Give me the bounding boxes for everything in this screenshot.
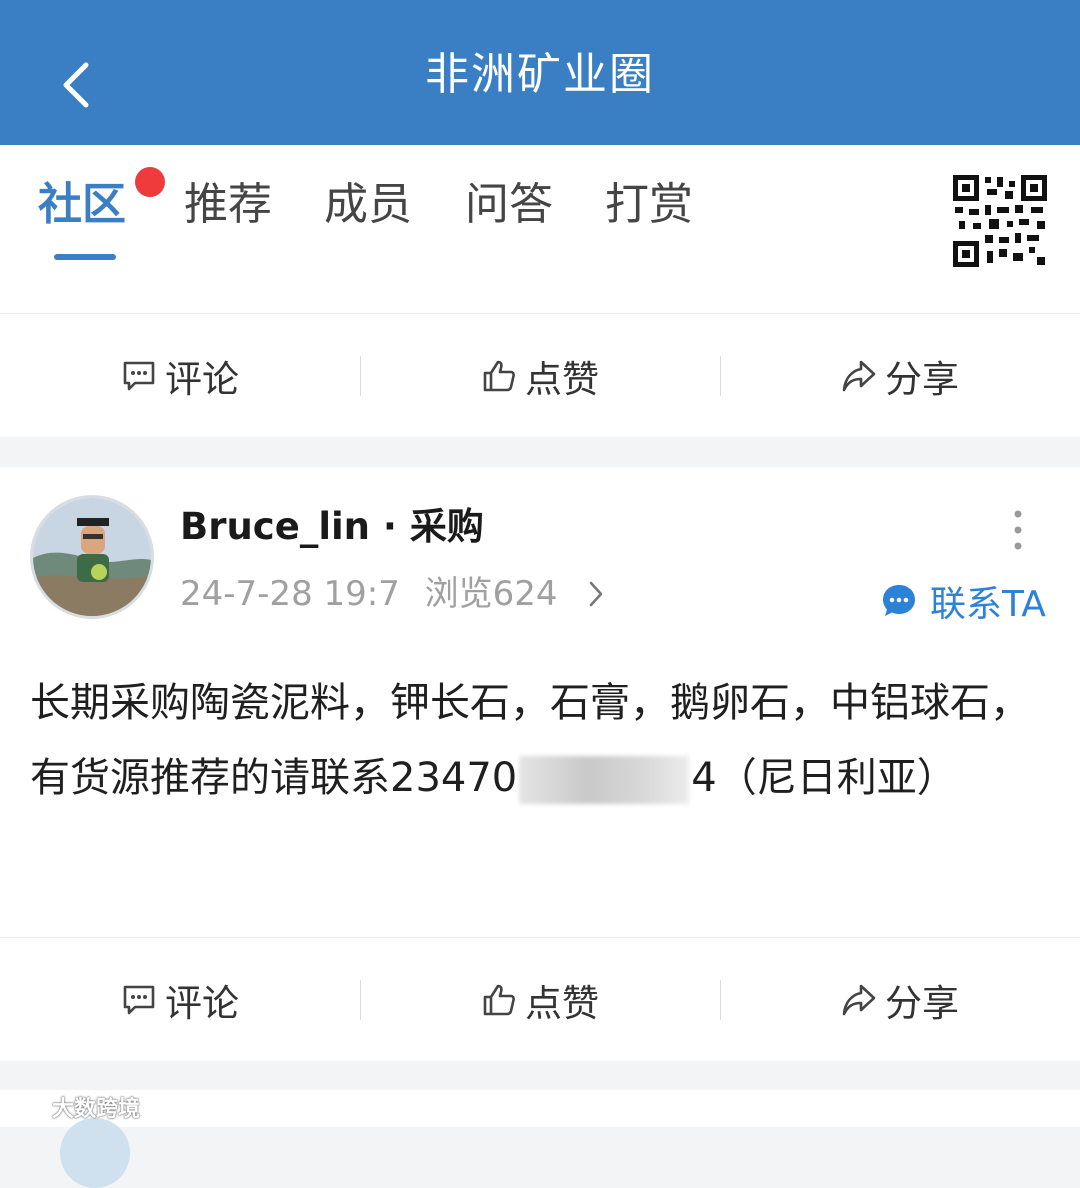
more-vertical-icon	[1014, 510, 1022, 550]
contact-button[interactable]: 联系TA	[880, 578, 1046, 625]
like-label: 点赞	[525, 982, 599, 1025]
tab-members[interactable]: 成员	[324, 175, 412, 235]
action-bar-post: 评论 点赞 分享	[0, 937, 1080, 1061]
share-icon	[842, 360, 876, 392]
tab-community[interactable]: 社区	[38, 175, 126, 235]
post-views: 浏览624	[424, 574, 558, 614]
like-button[interactable]: 点赞	[360, 314, 720, 438]
page-title: 非洲矿业圈	[425, 49, 655, 100]
comment-label: 评论	[165, 982, 239, 1025]
comment-icon	[123, 985, 155, 1015]
avatar[interactable]	[30, 495, 154, 619]
tab-recommend[interactable]: 推荐	[184, 175, 272, 235]
comment-label: 评论	[165, 358, 239, 401]
post-meta[interactable]: 24-7-28 19:7 浏览624	[180, 570, 606, 618]
share-label: 分享	[885, 358, 959, 401]
section-gap	[0, 437, 1080, 467]
share-label: 分享	[885, 982, 959, 1025]
qr-code-button[interactable]	[953, 175, 1047, 267]
author-name: Bruce_lin	[180, 505, 371, 548]
post-share-button[interactable]: 分享	[720, 938, 1080, 1062]
notification-badge	[135, 167, 165, 197]
next-post-avatar[interactable]	[60, 1118, 130, 1188]
share-button[interactable]: 分享	[720, 314, 1080, 438]
action-bar-top: 评论 点赞 分享	[0, 313, 1080, 437]
thumbs-up-icon	[483, 984, 515, 1016]
tab-reward[interactable]: 打赏	[605, 175, 693, 235]
next-post-card	[0, 1090, 1080, 1127]
post-author-line[interactable]: Bruce_lin · 采购	[180, 502, 484, 552]
comment-icon	[123, 361, 155, 391]
redacted-phone	[519, 756, 690, 804]
qr-code-icon	[953, 175, 1047, 267]
avatar-image	[33, 498, 151, 616]
post-content: 长期采购陶瓷泥料，钾长石，石膏，鹅卵石，中铝球石，有货源推荐的请联系23470 4…	[30, 666, 1050, 816]
comment-button[interactable]: 评论	[0, 314, 360, 438]
post-date: 24-7-28 19:7	[180, 574, 400, 614]
more-options-button[interactable]	[1006, 508, 1030, 554]
post-content-end: 4（尼日利亚）	[691, 755, 957, 801]
section-gap	[0, 1061, 1080, 1090]
author-role: · 采购	[382, 505, 484, 548]
chevron-right-icon	[590, 581, 603, 607]
chat-bubble-icon	[883, 585, 915, 616]
watermark-text: 大数跨境	[52, 1097, 141, 1122]
like-label: 点赞	[525, 358, 599, 401]
watermark: 大数跨境	[8, 1090, 140, 1124]
active-tab-indicator	[54, 254, 116, 260]
contact-label: 联系TA	[930, 584, 1046, 625]
post-like-button[interactable]: 点赞	[360, 938, 720, 1062]
thumbs-up-icon	[483, 360, 515, 392]
post-comment-button[interactable]: 评论	[0, 938, 360, 1062]
tab-qa[interactable]: 问答	[465, 175, 553, 235]
share-icon	[842, 984, 876, 1016]
watermark-logo-icon	[8, 1097, 48, 1117]
